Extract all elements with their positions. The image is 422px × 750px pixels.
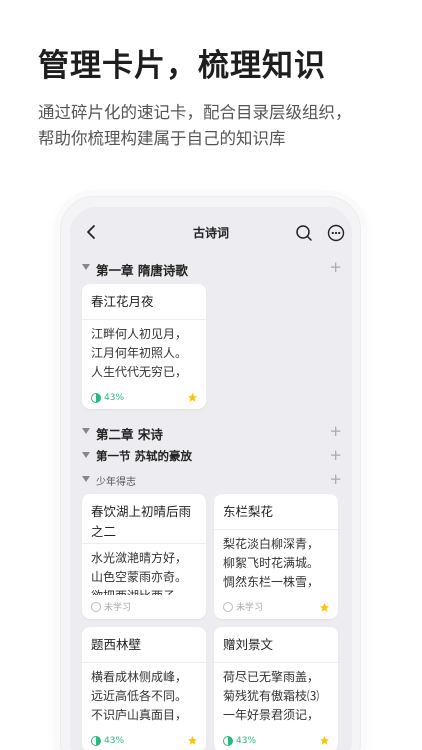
card-yinhu[interactable]: 春饮湖上初晴后雨之二 水光潋滟晴方好， 山色空蒙雨亦奇。 欲把西湖比西子， 未学… <box>82 494 206 619</box>
status-text: 43% <box>104 393 125 403</box>
empty-ring-icon <box>91 601 101 612</box>
outline-section-1[interactable]: 第一节 苏轼的豪放 + <box>82 446 342 466</box>
card-line: 人生代代无穷已， <box>91 365 188 379</box>
card-body: 横看成林侧成峰， 远近高低各不同。 不识庐山真面目， <box>91 668 201 725</box>
subline: 通过碎片化的速记卡，配合目录层级组织， 帮助你梳理构建属于自己的知识库 <box>38 100 352 152</box>
status-text: 未学习 <box>236 603 264 613</box>
nav-bar: 古诗词 <box>70 219 352 245</box>
subline-line-1: 通过碎片化的速记卡，配合目录层级组织， <box>38 103 352 122</box>
add-icon[interactable]: + <box>329 446 342 464</box>
card-line: 远近高低各不同。 <box>91 689 188 703</box>
star-icon[interactable] <box>187 392 198 403</box>
more-options-icon[interactable] <box>326 223 346 243</box>
card-line: 菊残犹有傲霜枝⑶ <box>223 689 320 703</box>
card-chunjiang[interactable]: 春江花月夜 江畔何人初见月， 江月何年初照人。 人生代代无穷已， 43% <box>82 284 206 409</box>
add-icon[interactable]: + <box>329 258 342 276</box>
unlearned-status: 未学习 <box>223 600 263 613</box>
card-divider <box>82 662 206 663</box>
card-line: 柳絮飞时花满城。 <box>223 556 320 570</box>
card-line: 不识庐山真面目， <box>91 708 188 722</box>
progress-status: 43% <box>223 736 256 746</box>
outline-chapter-1[interactable]: 第一章 隋唐诗歌 + <box>82 258 342 278</box>
search-icon[interactable] <box>294 223 314 243</box>
card-body: 梨花淡白柳深青， 柳絮飞时花满城。 惆然东栏一株雪， <box>223 535 333 592</box>
star-icon[interactable] <box>319 735 330 746</box>
progress-status: 43% <box>91 393 124 403</box>
card-title: 春饮湖上初晴后雨之二 <box>91 504 192 539</box>
card-line: 一年好景君须记， <box>223 708 320 722</box>
add-icon[interactable]: + <box>329 422 342 440</box>
star-icon[interactable] <box>319 602 330 613</box>
outline-sub-1[interactable]: 少年得志 + <box>82 470 342 490</box>
card-line: 梨花淡白柳深青， <box>223 537 320 551</box>
progress-ring-icon <box>223 736 233 746</box>
sub-label: 少年得志 <box>96 477 136 488</box>
progress-status: 43% <box>91 736 124 746</box>
card-title: 赠刘景文 <box>223 637 274 652</box>
section-label: 第一节 苏轼的豪放 <box>96 449 193 463</box>
progress-ring-icon <box>91 736 101 746</box>
collapse-triangle-icon[interactable] <box>82 476 90 482</box>
card-line: 荷尽已无擎雨盖， <box>223 670 320 684</box>
card-divider <box>214 529 338 530</box>
progress-ring-icon <box>91 393 101 403</box>
status-text: 未学习 <box>104 603 132 613</box>
subline-line-2: 帮助你梳理构建属于自己的知识库 <box>38 129 286 148</box>
card-title: 东栏梨花 <box>223 504 274 519</box>
card-body: 江畔何人初见月， 江月何年初照人。 人生代代无穷已， <box>91 325 201 382</box>
status-text: 43% <box>104 736 125 746</box>
card-body: 水光潋滟晴方好， 山色空蒙雨亦奇。 欲把西湖比西子， <box>91 549 201 595</box>
card-divider <box>82 543 206 544</box>
card-xilinbi[interactable]: 题西林壁 横看成林侧成峰， 远近高低各不同。 不识庐山真面目， 43% <box>82 627 206 750</box>
status-text: 43% <box>236 736 257 746</box>
star-icon[interactable] <box>187 735 198 746</box>
add-icon[interactable]: + <box>329 470 342 488</box>
card-line: 江月何年初照人。 <box>91 346 188 360</box>
empty-ring-icon <box>223 601 233 612</box>
card-body: 荷尽已无擎雨盖， 菊残犹有傲霜枝⑶ 一年好景君须记， <box>223 668 333 725</box>
collapse-triangle-icon[interactable] <box>82 264 90 270</box>
card-line: 惆然东栏一株雪， <box>223 575 320 589</box>
card-line: 横看成林侧成峰， <box>91 670 188 684</box>
card-liujingwen[interactable]: 赠刘景文 荷尽已无擎雨盖， 菊残犹有傲霜枝⑶ 一年好景君须记， 43% <box>214 627 338 750</box>
phone-screen: 古诗词 第一章 隋唐诗歌 + 春江花月夜 江畔何人初见月， 江月何年初照人。 人… <box>70 207 352 750</box>
unlearned-status: 未学习 <box>91 600 131 613</box>
chapter-label: 第一章 隋唐诗歌 <box>96 263 188 278</box>
chapter-label: 第二章 宋诗 <box>96 427 163 442</box>
headline: 管理卡片，梳理知识 <box>38 48 326 84</box>
card-line: 江畔何人初见月， <box>91 327 188 341</box>
card-title: 春江花月夜 <box>91 294 154 309</box>
card-divider <box>82 319 206 320</box>
card-divider <box>214 662 338 663</box>
collapse-triangle-icon[interactable] <box>82 428 90 434</box>
card-title: 题西林壁 <box>91 637 142 652</box>
card-line: 欲把西湖比西子， <box>91 587 201 595</box>
outline-chapter-2[interactable]: 第二章 宋诗 + <box>82 422 342 442</box>
collapse-triangle-icon[interactable] <box>82 452 90 458</box>
card-donglan[interactable]: 东栏梨花 梨花淡白柳深青， 柳絮飞时花满城。 惆然东栏一株雪， 未学习 <box>214 494 338 619</box>
card-line: 山色空蒙雨亦奇。 <box>91 570 188 584</box>
card-line: 水光潋滟晴方好， <box>91 551 188 565</box>
